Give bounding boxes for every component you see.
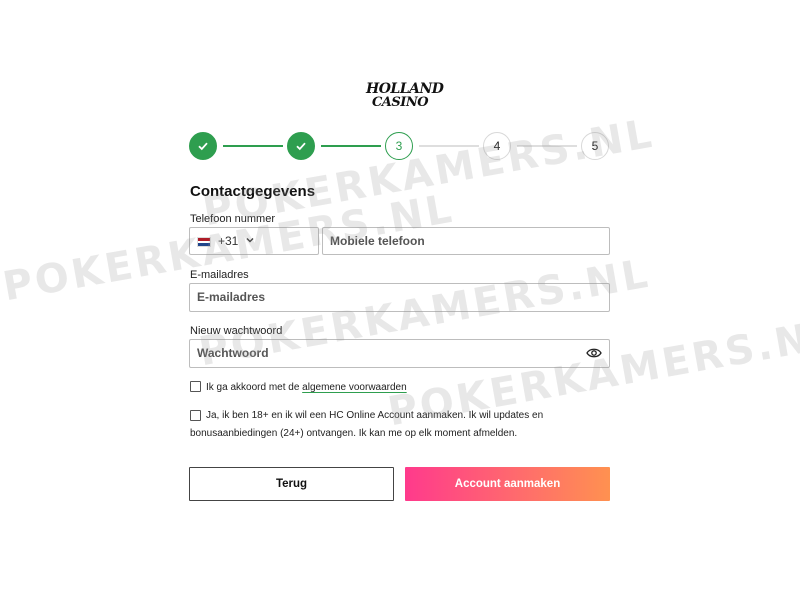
step-2 xyxy=(287,132,315,160)
logo-line-2: CASINO xyxy=(371,95,429,110)
check-icon xyxy=(296,142,306,151)
email-label: E-mailadres xyxy=(190,269,249,281)
check-icon xyxy=(198,142,208,151)
holland-casino-logo: HOLLAND CASINO xyxy=(366,82,444,110)
password-input[interactable]: Wachtwoord xyxy=(189,339,610,368)
section-title: Contactgegevens xyxy=(190,183,316,200)
step-4: 4 xyxy=(483,132,511,160)
mobile-phone-placeholder: Mobiele telefoon xyxy=(330,234,425,248)
step-5: 5 xyxy=(581,132,609,160)
back-button[interactable]: Terug xyxy=(189,467,394,501)
chevron-down-icon xyxy=(246,238,254,243)
progress-stepper: 3 4 5 xyxy=(189,132,611,162)
email-input[interactable]: E-mailadres xyxy=(189,283,610,312)
phone-label: Telefoon nummer xyxy=(190,213,275,225)
create-account-button[interactable]: Account aanmaken xyxy=(405,467,610,501)
password-label: Nieuw wachtwoord xyxy=(190,325,283,337)
eye-icon[interactable] xyxy=(586,347,602,359)
terms-text: Ik ga akkoord met de algemene voorwaarde… xyxy=(206,379,407,397)
terms-prefix: Ik ga akkoord met de xyxy=(206,382,303,393)
terms-checkbox[interactable] xyxy=(190,381,201,392)
password-placeholder: Wachtwoord xyxy=(197,346,269,360)
netherlands-flag-icon xyxy=(197,237,211,247)
step-connector-2 xyxy=(321,145,381,147)
country-code-select[interactable]: +31 xyxy=(189,227,319,255)
consent-text-1: Ja, ik ben 18+ en ik wil een HC Online A… xyxy=(206,410,544,421)
consent-text-2: bonusaanbiedingen (24+) ontvangen. Ik ka… xyxy=(190,428,518,439)
step-connector-3 xyxy=(419,145,479,147)
mobile-phone-input[interactable]: Mobiele telefoon xyxy=(322,227,610,255)
terms-link[interactable]: algemene voorwaarden xyxy=(302,382,407,393)
consent-checkbox[interactable] xyxy=(190,410,201,421)
step-3: 3 xyxy=(385,132,413,160)
country-code-value: +31 xyxy=(218,234,239,248)
step-1 xyxy=(189,132,217,160)
step-connector-1 xyxy=(223,145,283,147)
email-placeholder: E-mailadres xyxy=(197,290,266,304)
step-connector-4 xyxy=(517,145,577,147)
